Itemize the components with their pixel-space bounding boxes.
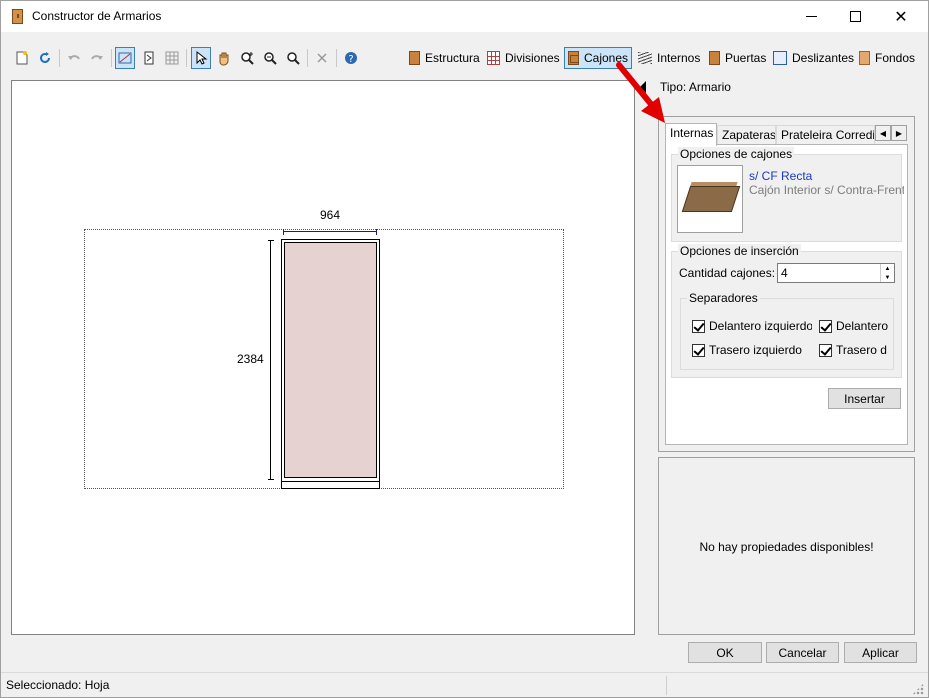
spin-down-icon[interactable]: ▼ — [881, 273, 894, 282]
annotation-arrow-icon — [616, 62, 665, 123]
width-dimension-line — [283, 229, 377, 235]
tab-deslizantes[interactable]: Deslizantes — [769, 47, 858, 69]
cabinet-shape[interactable] — [281, 239, 380, 489]
toolbar-separator — [59, 49, 60, 67]
drawer-type-description: Cajón Interior s/ Contra-Frente — [749, 183, 904, 197]
window-title: Constructor de Armarios — [32, 9, 162, 23]
cajones-icon — [568, 51, 579, 65]
checkbox-trasero-derecho[interactable]: Trasero d — [819, 342, 889, 358]
pan-hand-icon[interactable] — [214, 47, 234, 69]
tab-divisiones[interactable]: Divisiones — [483, 47, 564, 69]
deslizantes-icon — [773, 51, 787, 65]
tab-puertas-label: Puertas — [725, 51, 767, 65]
insertar-button[interactable]: Insertar — [828, 388, 901, 409]
toolbar-separator — [307, 49, 308, 67]
checkbox-label: Trasero izquierdo — [709, 343, 802, 357]
subtab-internas[interactable]: Internas — [665, 123, 717, 146]
tab-fondos[interactable]: Fondos — [855, 47, 919, 69]
checkbox-label: Delantero izquierdo — [709, 319, 812, 333]
drawer-subtabs: Internas Zapateras Prateleira Corrediça … — [665, 123, 908, 146]
checkbox-trasero-izquierdo[interactable]: Trasero izquierdo — [692, 342, 812, 358]
estructura-icon — [409, 51, 420, 65]
checkbox-delantero-izquierdo[interactable]: Delantero izquierdo — [692, 318, 812, 334]
opciones-insercion-legend: Opciones de inserción — [678, 244, 801, 258]
status-separator — [666, 676, 667, 695]
zoom-in-icon[interactable] — [237, 47, 257, 69]
spin-up-icon[interactable]: ▲ — [881, 264, 894, 273]
minimize-button[interactable] — [788, 1, 834, 32]
resize-grip-icon[interactable] — [912, 683, 924, 695]
separadores-group: Separadores — [680, 291, 894, 370]
grid-icon[interactable] — [162, 47, 182, 69]
checkbox-checked-icon[interactable] — [819, 319, 832, 333]
tab-puertas[interactable]: Puertas — [705, 47, 770, 69]
ok-button[interactable]: OK — [688, 642, 762, 663]
drawer-thumbnail[interactable] — [677, 165, 743, 233]
checkbox-checked-icon[interactable] — [692, 343, 705, 357]
checkbox-delantero[interactable]: Delantero — [819, 318, 889, 334]
checkbox-checked-icon[interactable] — [819, 343, 832, 357]
help-icon[interactable]: ? — [341, 47, 361, 69]
delete-icon[interactable] — [312, 47, 332, 69]
cancel-button[interactable]: Cancelar — [766, 642, 839, 663]
toolbar-separator — [186, 49, 187, 67]
tab-deslizantes-label: Deslizantes — [792, 51, 855, 65]
frame-icon[interactable] — [139, 47, 159, 69]
no-properties-message: No hay propiedades disponibles! — [699, 540, 874, 554]
cabinet-base-line — [282, 481, 379, 482]
design-canvas[interactable]: 964 2384 — [11, 80, 635, 635]
wardrobe-app-icon — [12, 9, 23, 24]
zoom-out-icon[interactable] — [260, 47, 280, 69]
height-dimension-line — [268, 240, 274, 480]
subtab-zapateras[interactable]: Zapateras — [717, 125, 776, 145]
height-dimension: 2384 — [237, 352, 264, 366]
cantidad-cajones-input[interactable] — [777, 263, 895, 283]
toolbar: ? Estructura Divisiones Cajones Internos… — [1, 42, 928, 74]
apply-button[interactable]: Aplicar — [844, 642, 917, 663]
fondos-icon — [859, 51, 870, 65]
selected-hoja[interactable] — [284, 242, 377, 478]
cantidad-cajones-spinner[interactable]: ▲ ▼ — [880, 264, 894, 282]
maximize-button[interactable] — [832, 1, 878, 32]
svg-text:?: ? — [348, 54, 353, 65]
puertas-icon — [709, 51, 720, 65]
title-bar: Constructor de Armarios ✕ — [1, 1, 928, 32]
checkbox-checked-icon[interactable] — [692, 319, 705, 333]
status-bar: Seleccionado: Hoja — [1, 672, 928, 697]
properties-panel: No hay propiedades disponibles! — [658, 457, 915, 635]
subtab-prateleira-corredica[interactable]: Prateleira Corrediça — [776, 125, 875, 145]
divisiones-icon — [487, 51, 500, 65]
checkbox-label: Delantero — [836, 319, 889, 333]
width-dimension: 964 — [320, 208, 341, 222]
separadores-legend: Separadores — [687, 291, 760, 305]
minimize-icon — [805, 16, 817, 17]
status-text: Seleccionado: Hoja — [6, 678, 110, 692]
tab-divisiones-label: Divisiones — [505, 51, 560, 65]
tab-estructura-label: Estructura — [425, 51, 480, 65]
subtab-scroll-left-icon[interactable]: ◀ — [875, 125, 891, 141]
tab-estructura[interactable]: Estructura — [405, 47, 484, 69]
tab-fondos-label: Fondos — [875, 51, 916, 65]
app-window: Constructor de Armarios ✕ ? Estructura D… — [0, 0, 929, 698]
drawer-type-link[interactable]: s/ CF Recta — [749, 169, 812, 183]
opciones-cajones-legend: Opciones de cajones — [678, 147, 795, 161]
new-icon[interactable] — [12, 47, 32, 69]
zoom-fit-icon[interactable] — [283, 47, 303, 69]
toolbar-separator — [336, 49, 337, 67]
cantidad-cajones-label: Cantidad cajones: — [679, 266, 776, 280]
checkbox-label: Trasero d — [836, 343, 887, 357]
design-mode-icon[interactable] — [115, 47, 135, 69]
drawer-thumbnail-body — [681, 186, 741, 212]
toolbar-separator — [111, 49, 112, 67]
close-button[interactable]: ✕ — [878, 1, 924, 32]
pointer-icon[interactable] — [191, 47, 211, 69]
undo-icon[interactable] — [64, 47, 84, 69]
redo-icon[interactable] — [87, 47, 107, 69]
maximize-icon — [849, 11, 861, 22]
refresh-icon[interactable] — [35, 47, 55, 69]
subtab-scroll-right-icon[interactable]: ▶ — [891, 125, 907, 141]
